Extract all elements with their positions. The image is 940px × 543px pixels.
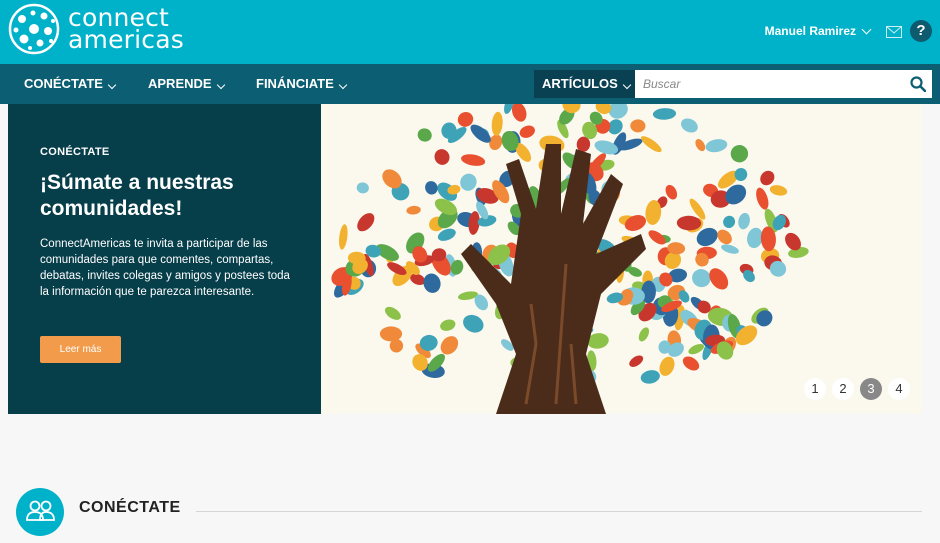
carousel-pager: 1 2 3 4 <box>804 378 910 400</box>
hand-shape <box>659 356 675 376</box>
nav-item-aprende[interactable]: APRENDE <box>148 64 225 104</box>
pager-3[interactable]: 3 <box>860 378 882 400</box>
nav-item-financiate[interactable]: FINÁNCIATE <box>256 64 348 104</box>
pager-2[interactable]: 2 <box>832 378 854 400</box>
hand-shape <box>357 213 375 232</box>
pager-4[interactable]: 4 <box>888 378 910 400</box>
mail-icon[interactable] <box>886 26 902 38</box>
hand-shape <box>640 370 660 384</box>
pager-1[interactable]: 1 <box>804 378 826 400</box>
hand-shape <box>640 136 662 153</box>
user-menu[interactable]: Manuel Ramirez <box>764 24 872 38</box>
hand-shape <box>379 326 403 342</box>
hand-shape <box>638 327 650 342</box>
nav-item-conectate[interactable]: CONÉCTATE <box>24 64 117 104</box>
chevron-down-icon <box>338 80 348 90</box>
top-bar: connect americas Manuel Ramirez ? <box>0 0 940 64</box>
hand-shape <box>406 205 421 215</box>
hand-shape <box>721 244 739 254</box>
hand-shape <box>652 108 677 120</box>
hand-shape <box>356 182 369 194</box>
hand-shape <box>756 310 773 327</box>
hand-shape <box>434 149 450 165</box>
hand-shape <box>519 125 535 138</box>
hand-shape <box>423 273 441 293</box>
search-icon[interactable] <box>910 76 926 92</box>
nav-label: FINÁNCIATE <box>256 76 334 91</box>
search-input[interactable] <box>635 70 932 98</box>
hand-shape <box>682 356 700 371</box>
hand-shape <box>461 154 486 166</box>
search-category-label: ARTÍCULOS <box>542 76 618 91</box>
hand-shape <box>384 306 401 320</box>
hand-shape <box>339 224 348 250</box>
hand-shape <box>463 314 484 333</box>
hand-shape <box>417 128 432 142</box>
logo[interactable]: connect americas <box>8 3 184 55</box>
hand-shape <box>705 139 728 153</box>
hand-shape <box>695 139 706 152</box>
hero-image-hands-tree: 1 2 3 4 <box>321 104 922 414</box>
main-nav: CONÉCTATE APRENDE FINÁNCIATE ARTÍCULOS <box>0 64 940 104</box>
hand-shape <box>769 185 788 196</box>
hand-shape <box>738 212 750 230</box>
search-bar: ARTÍCULOS <box>534 70 932 98</box>
chevron-down-icon <box>861 24 872 34</box>
section-divider <box>196 511 922 512</box>
hand-shape <box>630 119 646 133</box>
hand-shape <box>491 111 503 136</box>
logo-line2: americas <box>68 25 184 54</box>
hand-shape <box>756 187 769 210</box>
hand-shape <box>511 104 527 122</box>
section-title: CONÉCTATE <box>79 499 181 516</box>
help-icon[interactable]: ? <box>910 20 932 42</box>
hand-shape <box>680 118 698 133</box>
nav-label: CONÉCTATE <box>24 76 103 91</box>
nav-label: APRENDE <box>148 76 212 91</box>
chevron-down-icon <box>622 80 632 90</box>
hero-body: ConnectAmericas te invita a participar d… <box>40 238 290 298</box>
hand-shape <box>440 319 456 331</box>
chevron-down-icon <box>107 80 117 90</box>
user-name: Manuel Ramirez <box>764 24 856 38</box>
logo-wordmark: connect americas <box>68 5 184 54</box>
hands-tree-illustration <box>331 104 809 414</box>
search-category-select[interactable]: ARTÍCULOS <box>534 70 635 98</box>
hero-text-panel: CONÉCTATE ¡Súmate a nuestras comunidades… <box>8 104 321 414</box>
hand-shape <box>723 215 736 229</box>
chevron-down-icon <box>216 80 225 90</box>
hand-shape <box>629 355 644 367</box>
hand-shape <box>760 170 775 186</box>
hero-kicker: CONÉCTATE <box>40 146 110 158</box>
hero-carousel: CONÉCTATE ¡Súmate a nuestras comunidades… <box>8 104 922 414</box>
logo-globe-icon <box>8 3 60 55</box>
hand-shape <box>425 181 438 195</box>
hand-shape <box>389 339 404 353</box>
hand-shape <box>730 144 749 163</box>
read-more-button[interactable]: Leer más <box>40 336 121 363</box>
hero-title: ¡Súmate a nuestras comunidades! <box>40 171 234 220</box>
hand-shape <box>717 229 732 245</box>
users-icon <box>16 488 64 536</box>
